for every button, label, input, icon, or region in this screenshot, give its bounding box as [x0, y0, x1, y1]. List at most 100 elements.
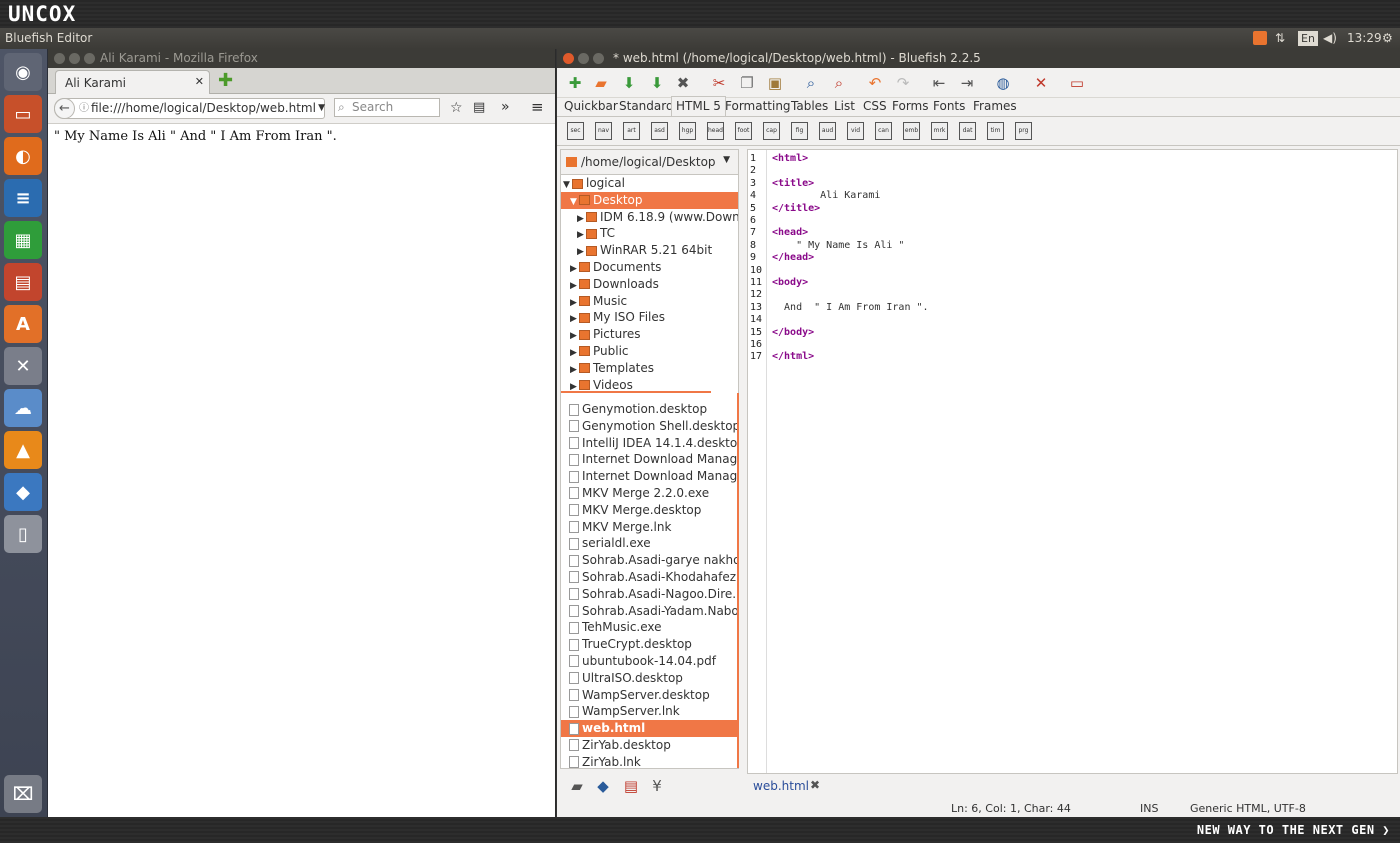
calc-icon[interactable]: ▦: [4, 221, 42, 259]
expander-open-icon[interactable]: ▼: [570, 194, 579, 209]
expander-icon[interactable]: ▶: [577, 244, 586, 259]
file-item[interactable]: Sohrab.Asadi-Yadam.Nabodi.m: [561, 603, 737, 620]
close-doc-icon[interactable]: ✖: [810, 778, 820, 792]
file-item[interactable]: TrueCrypt.desktop: [561, 636, 737, 653]
keyboard-layout-indicator[interactable]: En: [1298, 31, 1318, 46]
maximize-icon[interactable]: [593, 53, 604, 64]
tree-item[interactable]: ▶ TC: [561, 225, 738, 242]
indent-icon[interactable]: ⇥: [957, 73, 977, 93]
new-tab-icon[interactable]: ✚: [218, 70, 233, 91]
file-item[interactable]: serialdl.exe: [561, 535, 737, 552]
html5-mrk-button[interactable]: mrk: [931, 122, 948, 140]
expander-icon[interactable]: ▶: [570, 379, 579, 391]
tree-item[interactable]: ▶ Public: [561, 343, 738, 360]
file-item[interactable]: Sohrab.Asadi-garye nakhon.mp3: [561, 552, 737, 569]
gear-icon[interactable]: ⚙: [1382, 30, 1393, 47]
reading-list-icon[interactable]: ▤: [473, 100, 485, 115]
maximize-icon[interactable]: [84, 53, 95, 64]
html5-dat-button[interactable]: dat: [959, 122, 976, 140]
snippets-icon[interactable]: ▤: [621, 776, 641, 796]
save-icon[interactable]: ⬇: [619, 73, 639, 93]
files-icon[interactable]: ▭: [4, 95, 42, 133]
close-icon[interactable]: [563, 53, 574, 64]
html5-sec-button[interactable]: sec: [567, 122, 584, 140]
expander-icon[interactable]: ▶: [570, 295, 579, 310]
tab-html5[interactable]: HTML 5: [671, 96, 726, 116]
close-icon[interactable]: [54, 53, 65, 64]
copy-icon[interactable]: ❐: [737, 73, 757, 93]
cut-icon[interactable]: ✂: [709, 73, 729, 93]
bluefish-icon[interactable]: ◆: [4, 473, 42, 511]
update-icon[interactable]: [1253, 31, 1267, 45]
file-item[interactable]: Sohrab.Asadi-Khodahafez.mp3: [561, 569, 737, 586]
html5-prg-button[interactable]: prg: [1015, 122, 1032, 140]
preferences-icon[interactable]: ✕: [1031, 73, 1051, 93]
file-item[interactable]: MKV Merge 2.2.0.exe: [561, 485, 737, 502]
expander-icon[interactable]: ▶: [570, 345, 579, 360]
preview-browser-icon[interactable]: ◍: [993, 73, 1013, 93]
code-editor[interactable]: 1 <html> 2 3 <title> 4 Ali Karami 5 </title> 6 7 <…: [747, 149, 1398, 774]
tree-item[interactable]: ▶ Templates: [561, 360, 738, 377]
chevron-down-icon[interactable]: ▼: [723, 155, 730, 165]
file-browser-icon[interactable]: ▰: [567, 776, 587, 796]
minimize-icon[interactable]: [69, 53, 80, 64]
file-item[interactable]: IntelliJ IDEA 14.1.4.desktop: [561, 435, 737, 452]
minimize-icon[interactable]: [578, 53, 589, 64]
file-item[interactable]: WampServer.lnk: [561, 703, 737, 720]
tab-quickbar[interactable]: Quickbar: [564, 99, 618, 113]
html5-art-button[interactable]: art: [623, 122, 640, 140]
html5-aud-button[interactable]: aud: [819, 122, 836, 140]
url-bar[interactable]: ← ⓘ file:///home/logical/Desktop/web.htm…: [54, 98, 344, 119]
tab-frames[interactable]: Frames: [973, 99, 1017, 113]
bookmarks-icon[interactable]: ◆: [593, 776, 613, 796]
find-icon[interactable]: ⌕: [801, 73, 821, 93]
tab-forms[interactable]: Forms: [892, 99, 928, 113]
tree-item[interactable]: ▶ IDM 6.18.9 (www.Downloadha: [561, 209, 738, 226]
expander-icon[interactable]: ▶: [570, 278, 579, 293]
file-item[interactable]: ZirYab.desktop: [561, 737, 737, 754]
network-icon[interactable]: ⇅: [1275, 30, 1285, 47]
html5-foot-button[interactable]: foot: [735, 122, 752, 140]
expander-open-icon[interactable]: ▼: [563, 177, 572, 192]
volume-icon[interactable]: ◀): [1323, 30, 1337, 47]
new-file-icon[interactable]: ✚: [565, 73, 585, 93]
file-item[interactable]: MKV Merge.lnk: [561, 519, 737, 536]
save-as-icon[interactable]: ⬇: [647, 73, 667, 93]
tree-item[interactable]: ▶ Videos: [561, 377, 738, 391]
expander-icon[interactable]: ▶: [570, 311, 579, 326]
tree-item[interactable]: ▼ logical: [561, 175, 738, 192]
tree-item[interactable]: ▶ WinRAR 5.21 64bit: [561, 242, 738, 259]
html5-head-button[interactable]: head: [707, 122, 724, 140]
open-folder-icon[interactable]: ▰: [591, 73, 611, 93]
html5-fig-button[interactable]: fig: [791, 122, 808, 140]
close-tab-icon[interactable]: ✕: [195, 75, 204, 88]
file-item[interactable]: Genymotion.desktop: [561, 401, 737, 418]
usb-icon[interactable]: ▯: [4, 515, 42, 553]
html5-can-button[interactable]: can: [875, 122, 892, 140]
overflow-chevron-icon[interactable]: »: [501, 99, 510, 115]
file-item[interactable]: Internet Download Manager.des: [561, 451, 737, 468]
tree-item[interactable]: ▶ Documents: [561, 259, 738, 276]
file-item[interactable]: Internet Download Manager.lnk: [561, 468, 737, 485]
file-item[interactable]: ZirYab.lnk: [561, 754, 737, 768]
file-item[interactable]: Genymotion Shell.desktop: [561, 418, 737, 435]
tree-item[interactable]: ▶ My ISO Files: [561, 309, 738, 326]
tab-formatting[interactable]: Formatting: [725, 99, 791, 113]
expander-icon[interactable]: ▶: [570, 362, 579, 377]
tab-fonts[interactable]: Fonts: [933, 99, 965, 113]
vlc-icon[interactable]: ▲: [4, 431, 42, 469]
file-item[interactable]: UltraISO.desktop: [561, 670, 737, 687]
insert-mode[interactable]: INS: [1140, 802, 1158, 815]
tab-css[interactable]: CSS: [863, 99, 887, 113]
tree-item[interactable]: ▶ Downloads: [561, 276, 738, 293]
file-item[interactable]: Sohrab.Asadi-Nagoo.Dire..mp3: [561, 586, 737, 603]
html5-vid-button[interactable]: vid: [847, 122, 864, 140]
html5-cap-button[interactable]: cap: [763, 122, 780, 140]
redo-icon[interactable]: ↷: [893, 73, 913, 93]
file-item[interactable]: TehMusic.exe: [561, 619, 737, 636]
html5-asd-button[interactable]: asd: [651, 122, 668, 140]
dash-icon[interactable]: ◉: [4, 53, 42, 91]
tab-standard[interactable]: Standard: [619, 99, 674, 113]
menu-icon[interactable]: ≡: [531, 98, 544, 116]
expander-icon[interactable]: ▶: [570, 328, 579, 343]
